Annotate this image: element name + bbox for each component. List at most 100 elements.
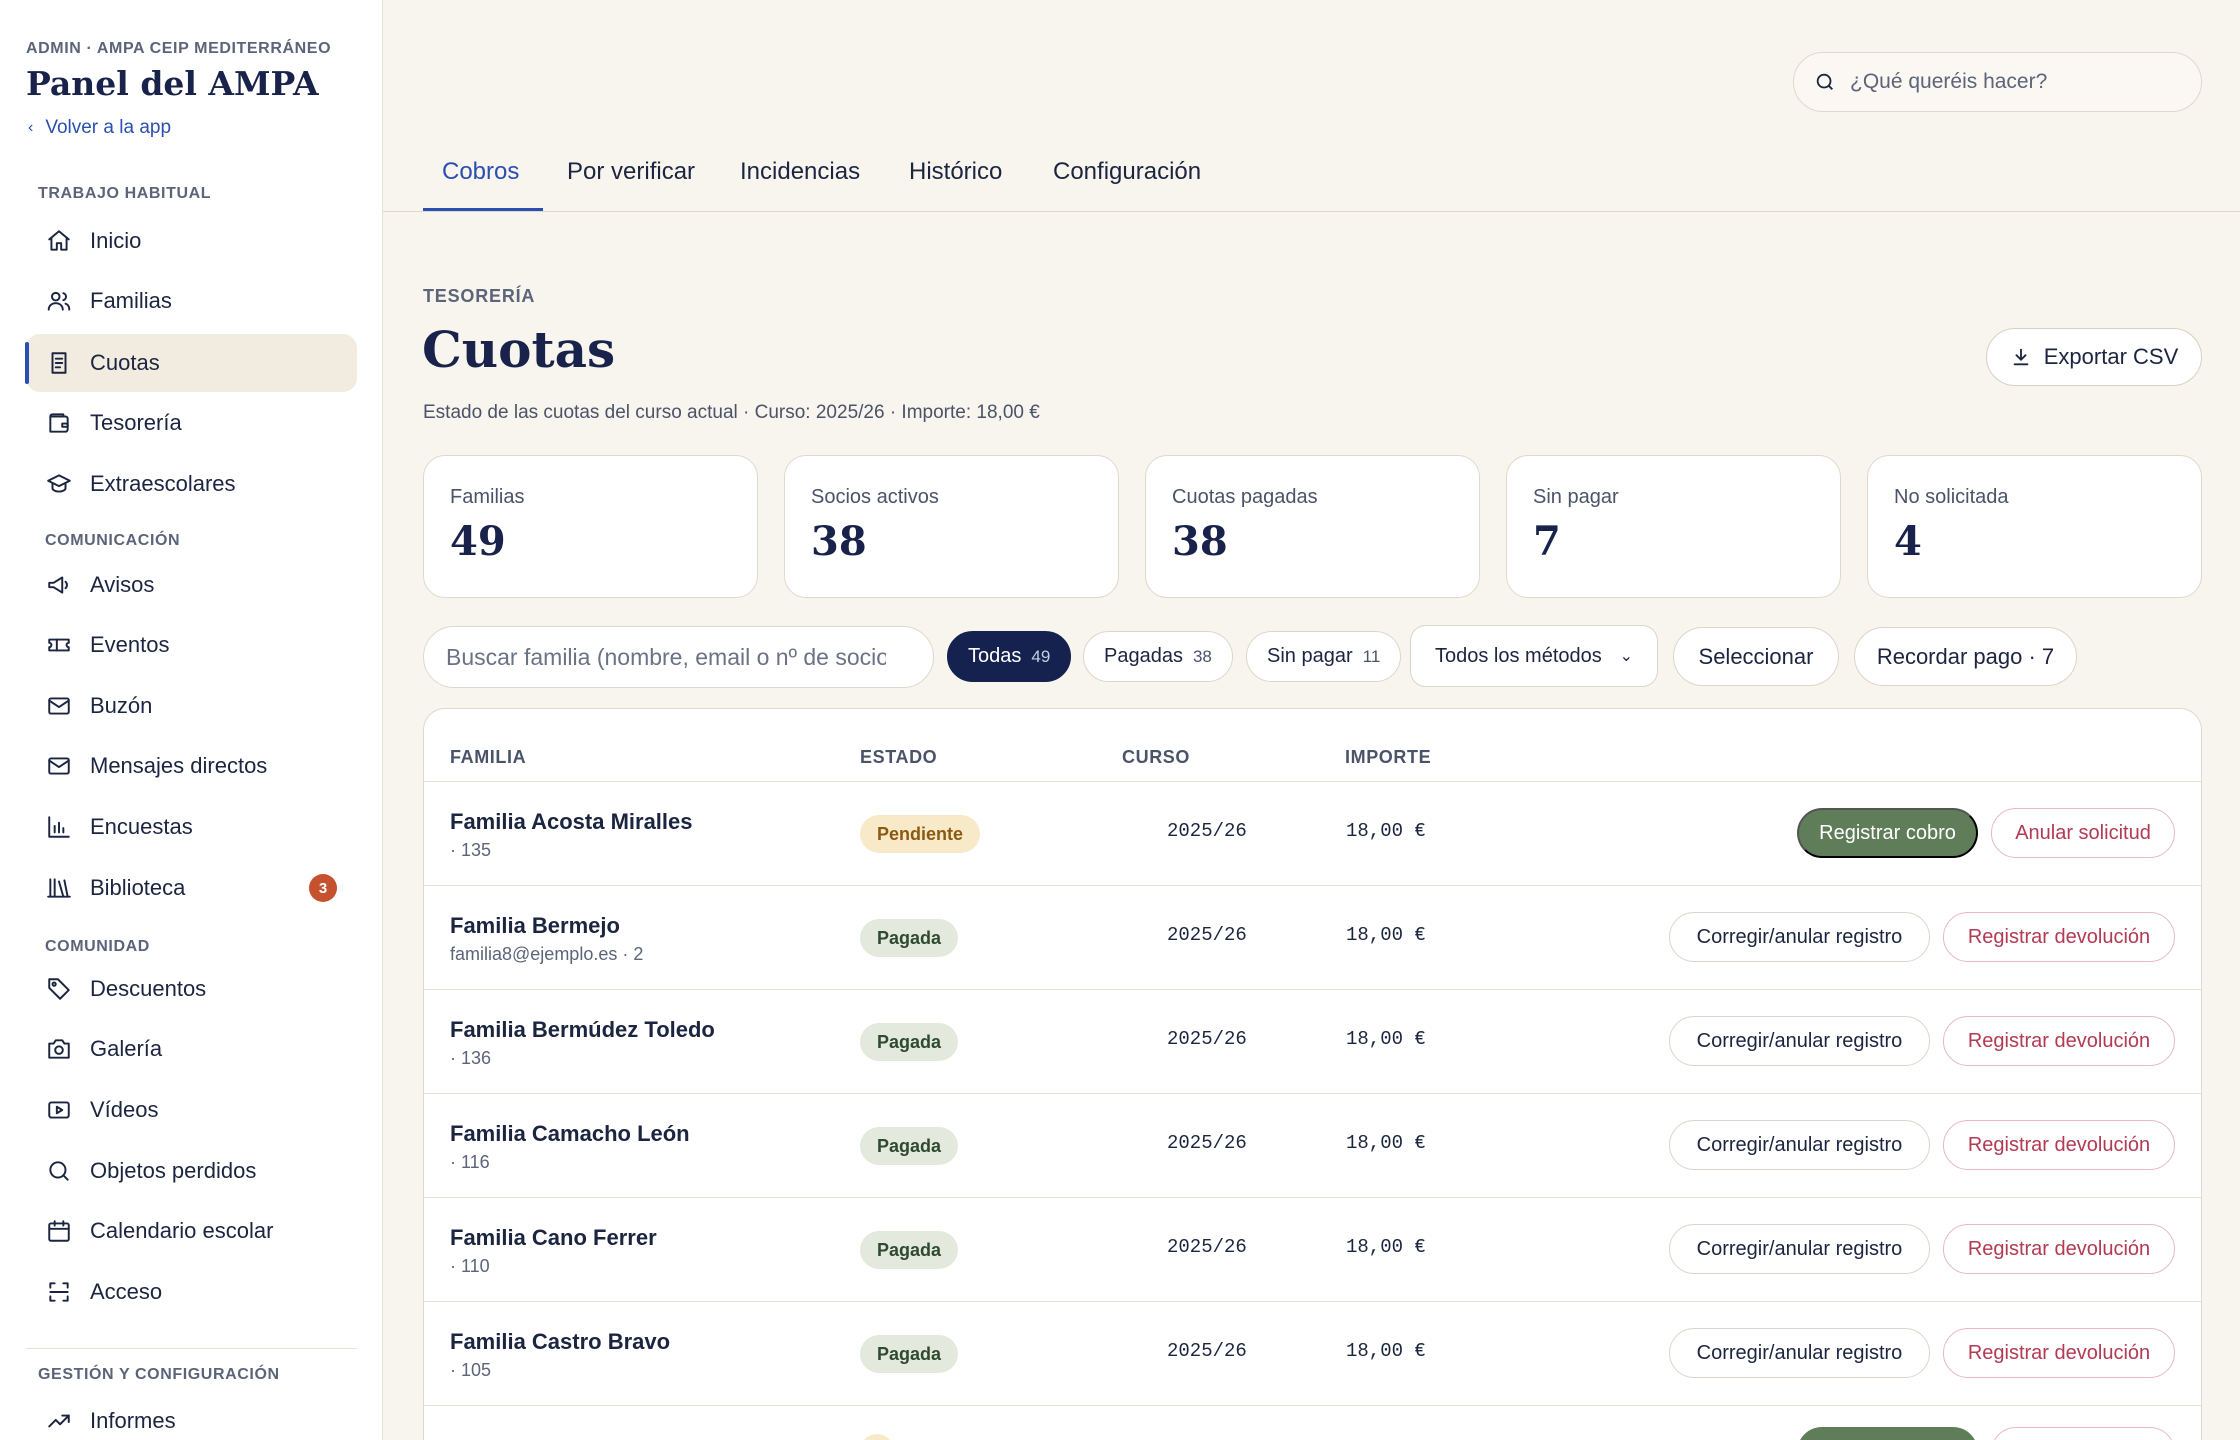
video-icon [48, 1101, 70, 1119]
sidebar-item-galeria[interactable]: Galería [26, 1020, 357, 1078]
family-meta: · 105 [450, 1360, 492, 1380]
sidebar-item-extraescolares[interactable]: Extraescolares [26, 455, 357, 513]
stat-label: No solicitada [1894, 486, 2009, 508]
sidebar-item-objetos-perdidos[interactable]: Objetos perdidos [26, 1142, 357, 1200]
payment-method-select[interactable]: Todos los métodos ⌄ [1410, 625, 1658, 687]
sidebar-item-encuestas[interactable]: Encuestas [26, 798, 357, 856]
correct-record-button[interactable]: Corregir/anular registro [1669, 912, 1930, 962]
sidebar-divider [26, 1348, 357, 1349]
cancel-request-button-partial[interactable] [1991, 1427, 2175, 1440]
stat-value: 49 [450, 518, 506, 565]
correct-record-button[interactable]: Corregir/anular registro [1669, 1224, 1930, 1274]
tab-incidencias[interactable]: Incidencias [740, 158, 860, 186]
sidebar-item-eventos[interactable]: Eventos [26, 616, 357, 674]
calendar-icon [48, 1220, 70, 1242]
register-refund-button[interactable]: Registrar devolución [1943, 1120, 2175, 1170]
chip-label: Sin pagar [1267, 645, 1353, 667]
sidebar-item-mensajes-directos[interactable]: Mensajes directos [26, 737, 357, 795]
stat-card-pagadas: Cuotas pagadas 38 [1145, 455, 1480, 598]
correct-record-button[interactable]: Corregir/anular registro [1669, 1016, 1930, 1066]
register-refund-button[interactable]: Registrar devolución [1943, 1016, 2175, 1066]
tag-icon [48, 978, 70, 1000]
sidebar-item-label: Acceso [90, 1279, 163, 1304]
sidebar-item-familias[interactable]: Familias [26, 272, 357, 330]
family-name[interactable]: Familia Castro Bravo [450, 1329, 670, 1355]
sidebar-item-descuentos[interactable]: Descuentos [26, 960, 357, 1018]
remind-payment-button[interactable]: Recordar pago · 7 [1854, 627, 2077, 686]
sidebar-item-tesoreria[interactable]: Tesorería [26, 394, 357, 452]
ticket-icon [48, 638, 70, 652]
back-to-app-label: Volver a la app [45, 117, 172, 138]
section-habitual: TRABAJO HABITUAL [38, 185, 212, 202]
sidebar-item-acceso[interactable]: Acceso [26, 1263, 357, 1321]
sidebar-item-videos[interactable]: Vídeos [26, 1081, 357, 1139]
sidebar-item-calendario[interactable]: Calendario escolar [26, 1202, 357, 1260]
sidebar-item-avisos[interactable]: Avisos [26, 556, 357, 614]
export-csv-button[interactable]: Exportar CSV [1986, 328, 2202, 386]
back-to-app-link[interactable]: ‹ Volver a la app [28, 117, 171, 139]
page-eyebrow: TESORERÍA [423, 286, 536, 306]
filter-chip-todas[interactable]: Todas 49 [947, 631, 1072, 682]
correct-record-button[interactable]: Corregir/anular registro [1669, 1328, 1930, 1378]
family-search[interactable] [423, 626, 934, 688]
family-name[interactable]: Familia Acosta Miralles [450, 809, 693, 835]
cancel-request-button[interactable]: Anular solicitud [1991, 808, 2175, 858]
register-payment-button[interactable]: Registrar cobro [1797, 808, 1978, 858]
family-search-input[interactable] [446, 643, 886, 671]
sidebar-item-label: Calendario escolar [90, 1218, 274, 1243]
table-row: Familia Cano Ferrer · 110 Pagada 2025/26… [424, 1198, 2201, 1302]
amount-value: 18,00 € [1346, 1236, 1426, 1258]
select-button[interactable]: Seleccionar [1673, 627, 1839, 686]
sidebar-item-informes[interactable]: Informes [26, 1392, 357, 1440]
table-row: Familia Camacho León · 116 Pagada 2025/2… [424, 1094, 2201, 1198]
stat-value: 7 [1533, 518, 1561, 565]
status-badge: Pendiente [860, 815, 981, 853]
chip-label: Pagadas [1104, 645, 1183, 667]
family-meta: · 110 [450, 1256, 490, 1276]
tab-historico[interactable]: Histórico [909, 158, 1002, 186]
register-payment-button-partial[interactable] [1797, 1427, 1978, 1440]
fees-table: FAMILIA ESTADO CURSO IMPORTE Familia Aco… [423, 708, 2202, 1440]
register-refund-button[interactable]: Registrar devolución [1943, 1224, 2175, 1274]
family-meta: · 136 [450, 1048, 492, 1068]
column-header: ESTADO [860, 747, 938, 767]
family-name[interactable]: Familia Bermúdez Toledo [450, 1017, 715, 1043]
amount-value: 18,00 € [1346, 1028, 1426, 1050]
mail-icon [48, 757, 70, 775]
stat-value: 4 [1894, 518, 1922, 565]
page-subtitle: Estado de las cuotas del curso actual · … [423, 402, 1040, 423]
sidebar-item-inicio[interactable]: Inicio [26, 212, 357, 270]
home-icon [48, 230, 70, 251]
family-name[interactable]: Familia Bermejo [450, 913, 620, 939]
correct-record-button[interactable]: Corregir/anular registro [1669, 1120, 1930, 1170]
sidebar-item-label: Inicio [90, 228, 142, 253]
amount-value: 18,00 € [1346, 1132, 1426, 1154]
chip-count: 11 [1362, 646, 1381, 666]
course-value: 2025/26 [1167, 820, 1247, 842]
filter-chip-sin-pagar[interactable]: Sin pagar 11 [1246, 631, 1402, 682]
sidebar-item-buzon[interactable]: Buzón [26, 677, 357, 735]
stat-card-familias: Familias 49 [423, 455, 758, 598]
family-name[interactable]: Familia Cano Ferrer [450, 1225, 657, 1251]
sidebar-item-label: Galería [90, 1036, 163, 1061]
register-refund-button[interactable]: Registrar devolución [1943, 1328, 2175, 1378]
table-row: Familia Bermejo familia8@ejemplo.es · 2 … [424, 886, 2201, 990]
filter-chip-pagadas[interactable]: Pagadas 38 [1083, 631, 1233, 682]
trending-icon [48, 1414, 70, 1428]
download-icon [2013, 348, 2029, 366]
family-meta: · 116 [450, 1152, 490, 1172]
column-header: IMPORTE [1345, 747, 1432, 767]
tab-cobros[interactable]: Cobros [442, 158, 519, 186]
graduation-cap-icon [47, 474, 71, 493]
select-value: Todos los métodos [1435, 644, 1602, 667]
sidebar-item-cuotas[interactable]: Cuotas [25, 334, 357, 392]
register-refund-button[interactable]: Registrar devolución [1943, 912, 2175, 962]
scan-icon [49, 1282, 69, 1302]
tab-bar: Cobros Por verificar Incidencias Históri… [383, 0, 2240, 212]
sidebar-item-biblioteca[interactable]: Biblioteca 3 [26, 859, 357, 917]
tab-configuracion[interactable]: Configuración [1053, 158, 1201, 186]
family-name[interactable]: Familia Camacho León [450, 1121, 690, 1147]
stat-label: Socios activos [811, 486, 939, 508]
stat-value: 38 [811, 518, 867, 565]
tab-por-verificar[interactable]: Por verificar [567, 158, 695, 186]
